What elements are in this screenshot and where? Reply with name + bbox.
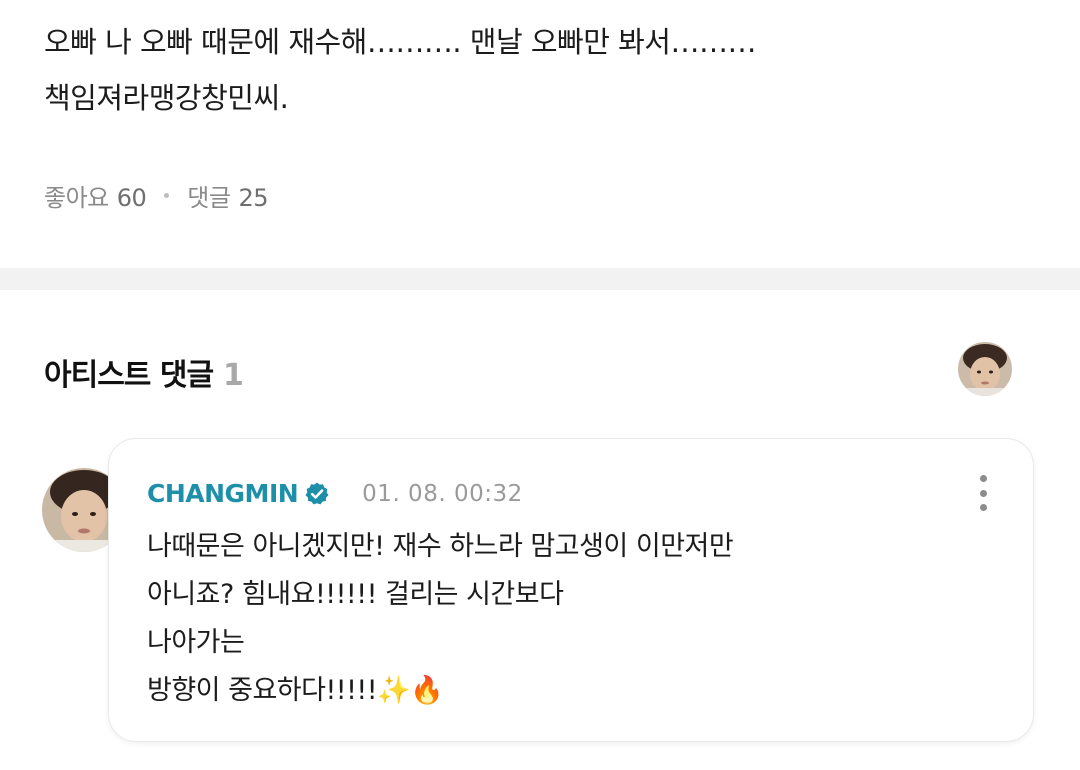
comments-label: 댓글 bbox=[187, 184, 231, 212]
comment-body: 나때문은 아니겠지만! 재수 하느라 맘고생이 이만저만 아니죠? 힘내요!!!… bbox=[147, 523, 997, 715]
artist-comments-title-label: 아티스트 댓글 bbox=[44, 358, 214, 393]
comment-author[interactable]: CHANGMIN bbox=[147, 479, 299, 508]
meta-separator bbox=[164, 193, 170, 198]
comments-count: 25 bbox=[238, 184, 269, 212]
comment-header: CHANGMIN 01. 08. 00:32 bbox=[147, 479, 523, 508]
more-dot bbox=[979, 475, 987, 482]
comment-timestamp: 01. 08. 00:32 bbox=[362, 480, 523, 507]
post-body-line: 오빠 나 오빠 때문에 재수해………. 맨날 오빠만 봐서……… bbox=[44, 25, 757, 59]
more-dot bbox=[979, 489, 987, 497]
artist-avatar-image bbox=[958, 342, 1012, 396]
artist-comments-section: 아티스트 댓글 1 CHANGMIN 01. 08. 00:32 나때문은 아니… bbox=[0, 290, 1080, 770]
fan-post: 오빠 나 오빠 때문에 재수해………. 맨날 오빠만 봐서……… 책임져라맹강창… bbox=[0, 0, 1080, 268]
verified-badge-icon bbox=[305, 482, 329, 504]
comment-body-line: 나아가는 bbox=[147, 627, 245, 658]
comment-body-line: 아니죠? 힘내요!!!!!! 걸리는 시간보다 bbox=[147, 579, 564, 610]
artist-comments-title: 아티스트 댓글 1 bbox=[44, 350, 244, 394]
post-body-line: 책임져라맹강창민씨. bbox=[44, 81, 289, 115]
comment-body-line: 방향이 중요하다!!!!!✨🔥 bbox=[147, 675, 444, 706]
post-body: 오빠 나 오빠 때문에 재수해………. 맨날 오빠만 봐서……… 책임져라맹강창… bbox=[44, 14, 1044, 126]
likes-button[interactable]: 좋아요 60 bbox=[44, 178, 147, 213]
artist-comment-card: CHANGMIN 01. 08. 00:32 나때문은 아니겠지만! 재수 하느… bbox=[108, 438, 1034, 742]
comments-button[interactable]: 댓글 25 bbox=[187, 178, 268, 213]
artist-comments-count: 1 bbox=[223, 358, 244, 393]
section-divider bbox=[0, 268, 1080, 290]
artist-avatar[interactable] bbox=[958, 342, 1012, 396]
likes-label: 좋아요 bbox=[44, 184, 109, 212]
comment-body-line: 나때문은 아니겠지만! 재수 하느라 맘고생이 이만저만 bbox=[147, 531, 734, 562]
more-vertical-icon[interactable] bbox=[977, 475, 989, 511]
post-meta: 좋아요 60 댓글 25 bbox=[44, 178, 269, 213]
more-dot bbox=[979, 504, 987, 511]
likes-count: 60 bbox=[116, 184, 147, 212]
